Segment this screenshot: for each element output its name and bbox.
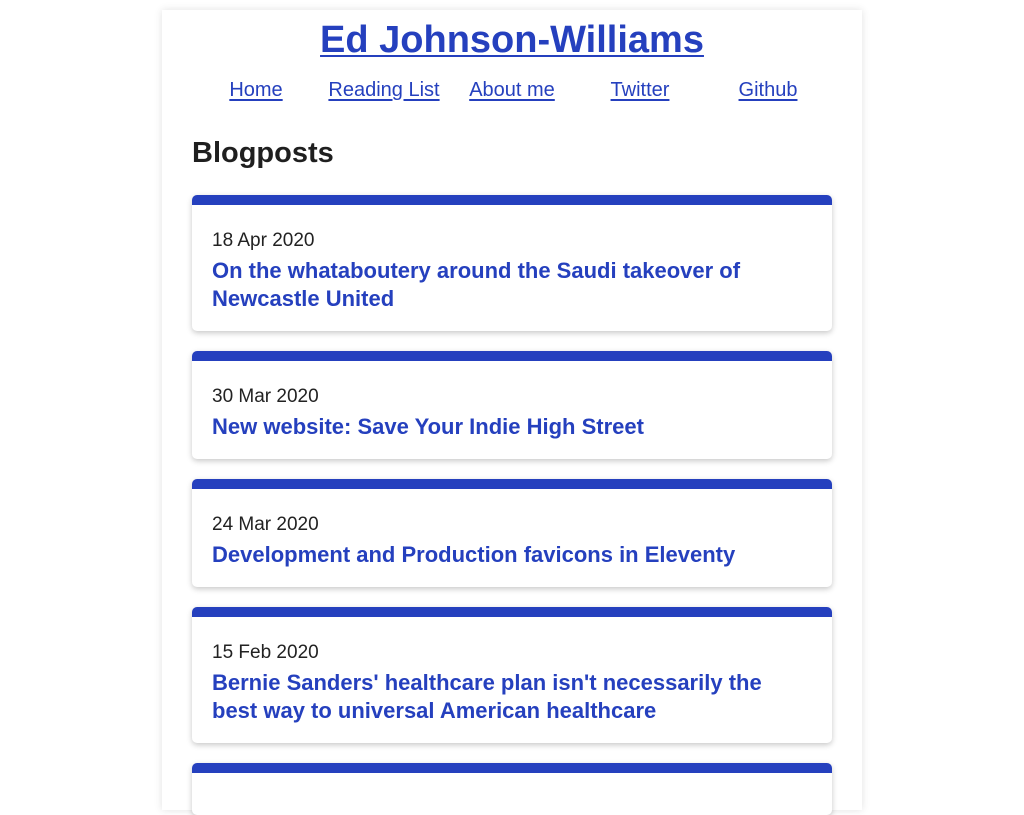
post-card: 18 Apr 2020 On the whataboutery around t… bbox=[192, 195, 832, 331]
nav-item-github: Github bbox=[704, 76, 832, 104]
section-heading-blogposts: Blogposts bbox=[192, 137, 334, 169]
post-card: 15 Feb 2020 Bernie Sanders' healthcare p… bbox=[192, 607, 832, 743]
post-card-partial bbox=[192, 763, 832, 815]
post-date: 24 Mar 2020 bbox=[212, 514, 319, 535]
nav-item-twitter: Twitter bbox=[576, 76, 704, 104]
site-title-link[interactable]: Ed Johnson-Williams bbox=[320, 19, 704, 61]
post-date: 30 Mar 2020 bbox=[212, 386, 319, 407]
nav-item-home: Home bbox=[192, 76, 320, 104]
post-card: 30 Mar 2020 New website: Save Your Indie… bbox=[192, 351, 832, 459]
site-title: Ed Johnson-Williams bbox=[162, 18, 862, 62]
nav-link-github[interactable]: Github bbox=[739, 79, 798, 101]
nav-link-home[interactable]: Home bbox=[229, 79, 282, 101]
nav-link-about-me[interactable]: About me bbox=[469, 79, 555, 101]
post-date: 18 Apr 2020 bbox=[212, 230, 315, 251]
nav-item-about-me: About me bbox=[448, 76, 576, 104]
post-title-link[interactable]: Bernie Sanders' healthcare plan isn't ne… bbox=[212, 669, 812, 725]
post-date: 15 Feb 2020 bbox=[212, 642, 319, 663]
post-title-link[interactable]: New website: Save Your Indie High Street bbox=[212, 413, 812, 441]
nav-link-twitter[interactable]: Twitter bbox=[611, 79, 670, 101]
post-title-link[interactable]: Development and Production favicons in E… bbox=[212, 541, 812, 569]
post-title-link[interactable]: On the whataboutery around the Saudi tak… bbox=[212, 257, 812, 313]
nav-item-reading-list: Reading List bbox=[320, 76, 448, 104]
main-nav: Home Reading List About me Twitter Githu… bbox=[192, 76, 832, 106]
post-card: 24 Mar 2020 Development and Production f… bbox=[192, 479, 832, 587]
nav-link-reading-list[interactable]: Reading List bbox=[328, 79, 439, 101]
page-container: Ed Johnson-Williams Home Reading List Ab… bbox=[162, 10, 862, 815]
